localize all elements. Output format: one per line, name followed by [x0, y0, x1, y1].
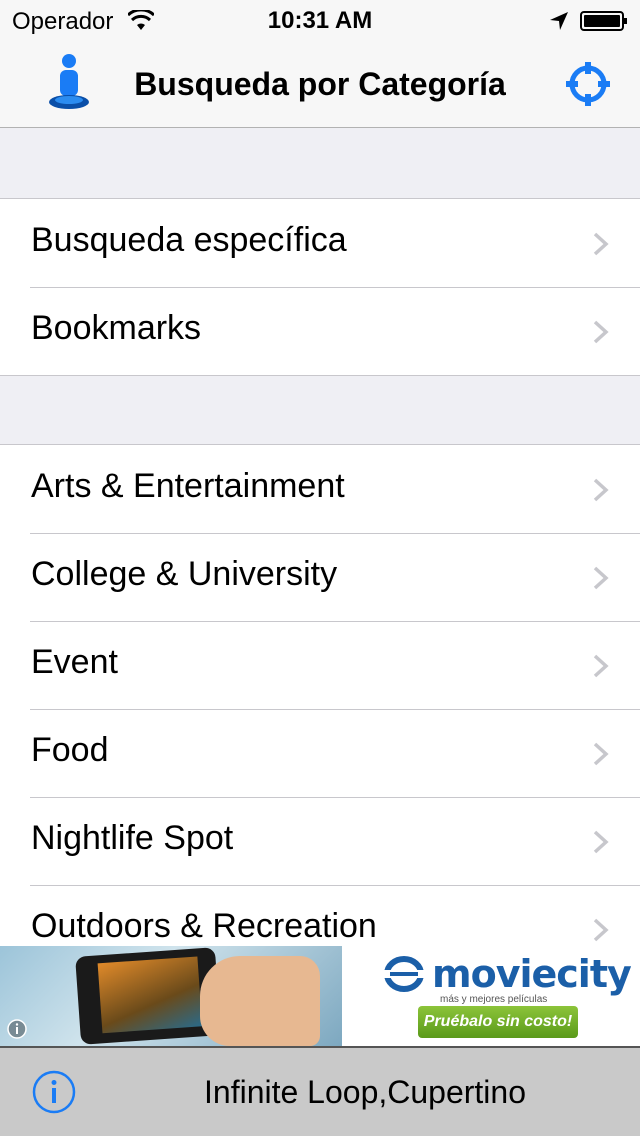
- list-item-arts-entertainment[interactable]: Arts & Entertainment: [0, 445, 640, 533]
- navigation-bar: Busqueda por Categoría: [0, 40, 640, 128]
- ad-info-icon[interactable]: [6, 1018, 28, 1040]
- list-item-bookmarks[interactable]: Bookmarks: [0, 287, 640, 375]
- list-item-food[interactable]: Food: [0, 709, 640, 797]
- chevron-right-icon: [593, 830, 609, 854]
- status-bar: Operador 10:31 AM: [0, 0, 640, 40]
- list-item-label: Nightlife Spot: [31, 819, 234, 857]
- bottom-toolbar: Infinite Loop,Cupertino: [0, 1046, 640, 1136]
- current-location-label: Infinite Loop,Cupertino: [204, 1074, 526, 1110]
- ad-brand-name: moviecity: [432, 952, 632, 996]
- ad-tagline: más y mejores películas: [440, 994, 548, 1005]
- category-group: Arts & Entertainment College & Universit…: [0, 444, 640, 974]
- clock: 10:31 AM: [267, 7, 373, 34]
- chevron-right-icon: [593, 742, 609, 766]
- list-item-label: Outdoors & Recreation: [31, 907, 377, 945]
- list-item-label: Food: [31, 731, 109, 769]
- list-item-label: Busqueda específica: [31, 221, 347, 259]
- page-title: Busqueda por Categoría: [134, 66, 506, 102]
- chevron-right-icon: [593, 478, 609, 502]
- list-item-event[interactable]: Event: [0, 621, 640, 709]
- list-item-college-university[interactable]: College & University: [0, 533, 640, 621]
- chevron-right-icon: [593, 320, 609, 344]
- list-item-label: Arts & Entertainment: [31, 467, 345, 505]
- list-item-label: Event: [31, 643, 118, 681]
- chevron-right-icon: [593, 654, 609, 678]
- crosshair-icon[interactable]: [564, 60, 612, 108]
- list-item-nightlife-spot[interactable]: Nightlife Spot: [0, 797, 640, 885]
- ad-banner[interactable]: moviecity más y mejores películas Pruéba…: [0, 946, 640, 1046]
- info-icon[interactable]: [32, 1070, 76, 1114]
- ad-hand-graphic: [200, 956, 320, 1046]
- chevron-right-icon: [593, 232, 609, 256]
- location-arrow-icon: [550, 12, 568, 30]
- battery-icon: [580, 11, 627, 31]
- quick-access-group: Busqueda específica Bookmarks: [0, 198, 640, 376]
- chevron-right-icon: [593, 918, 609, 942]
- list-item-label: College & University: [31, 555, 338, 593]
- ad-image: [0, 946, 342, 1046]
- ad-cta-button[interactable]: Pruébalo sin costo!: [418, 1006, 578, 1038]
- chevron-right-icon: [593, 566, 609, 590]
- list-item-specific-search[interactable]: Busqueda específica: [0, 199, 640, 287]
- list-item-label: Bookmarks: [31, 309, 202, 347]
- moviecity-logo-icon: [384, 956, 424, 992]
- ad-brand-panel: moviecity más y mejores películas Pruéba…: [342, 946, 640, 1046]
- section-spacer: [0, 129, 640, 198]
